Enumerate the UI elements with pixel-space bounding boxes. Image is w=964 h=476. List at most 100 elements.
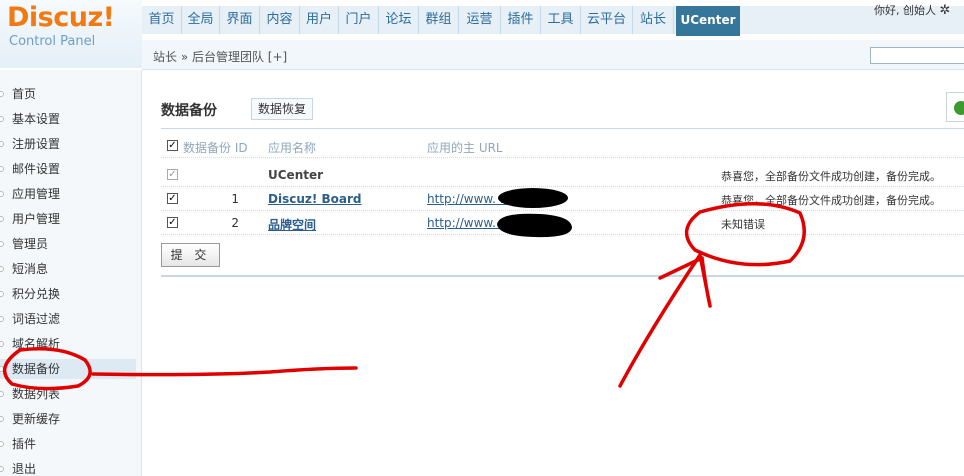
sidebar-item-credit-exchange[interactable]: 积分兑换 xyxy=(0,284,136,304)
header-name: 应用名称 xyxy=(268,141,317,155)
sidebar-item-messages[interactable]: 短消息 xyxy=(0,259,136,279)
bullet-icon xyxy=(0,241,4,247)
bullet-icon xyxy=(0,291,4,297)
bullet-icon xyxy=(0,416,4,422)
sidebar-item-label: 更新缓存 xyxy=(12,412,61,426)
select-all-checkbox[interactable]: ✓ xyxy=(167,140,178,151)
nav-webmaster[interactable]: 站长 xyxy=(633,6,674,34)
star-icon[interactable]: ✲ xyxy=(940,3,951,18)
nav-operation[interactable]: 运营 xyxy=(459,6,501,34)
row-id xyxy=(183,168,239,182)
row-checkbox[interactable]: ✓ xyxy=(167,193,178,204)
submit-button[interactable]: 提 交 xyxy=(161,243,220,267)
bullet-icon xyxy=(0,91,4,97)
bullet-icon xyxy=(0,341,4,347)
row-name: UCenter xyxy=(268,168,324,182)
sidebar-item-label: 插件 xyxy=(12,437,37,451)
nav-plugin[interactable]: 插件 xyxy=(501,6,541,34)
table-header: ✓ 数据备份 ID 应用名称 应用的主 URL xyxy=(161,134,964,158)
sidebar-item-update-cache[interactable]: 更新缓存 xyxy=(0,409,136,429)
row-url-link[interactable]: http://www. n/brand xyxy=(427,216,547,230)
sidebar-item-label: 应用管理 xyxy=(12,187,61,201)
nav-home[interactable]: 首页 xyxy=(142,6,182,34)
nav-content[interactable]: 内容 xyxy=(260,6,300,34)
nav-ucenter[interactable]: UCenter xyxy=(676,6,740,36)
sidebar-item-register-settings[interactable]: 注册设置 xyxy=(0,134,136,154)
row-checkbox[interactable]: ✓ xyxy=(167,169,178,180)
logo-subtitle: Control Panel xyxy=(9,34,96,49)
sidebar-item-domain[interactable]: 域名解析 xyxy=(0,334,136,354)
sidebar-item-label: 首页 xyxy=(12,87,37,101)
logo[interactable]: Discuz! Control Panel xyxy=(0,0,142,68)
page-title: 数据备份 xyxy=(161,103,217,119)
refresh-icon xyxy=(954,101,964,115)
sidebar-item-user-management[interactable]: 用户管理 xyxy=(0,209,136,229)
sidebar-item-label: 邮件设置 xyxy=(12,162,61,176)
breadcrumb-bar: 站长 » 后台管理团队 [+] xyxy=(142,40,964,70)
main-content: 数据备份 数据恢复 ✓ 数据备份 ID 应用名称 应用的主 URL ✓ UCen… xyxy=(142,70,964,476)
logo-text: Discuz! xyxy=(7,2,115,33)
nav-global[interactable]: 全局 xyxy=(182,6,220,34)
row-url-link[interactable]: http://www. .com xyxy=(427,192,529,206)
sidebar-item-label: 数据列表 xyxy=(12,387,61,401)
bullet-icon xyxy=(0,441,4,447)
sidebar-item-label: 词语过滤 xyxy=(12,312,61,326)
sidebar-item-mail-settings[interactable]: 邮件设置 xyxy=(0,159,136,179)
row-id: 1 xyxy=(183,192,239,206)
divider xyxy=(161,128,964,129)
table-row: ✓ 1 Discuz! Board http://www. .com 恭喜您，全… xyxy=(161,187,964,211)
sidebar-item-label: 域名解析 xyxy=(12,337,61,351)
sidebar-item-basic-settings[interactable]: 基本设置 xyxy=(0,109,136,129)
sidebar-item-data-backup[interactable]: 数据备份 xyxy=(0,359,136,379)
row-id: 2 xyxy=(183,216,239,230)
sidebar: 首页 基本设置 注册设置 邮件设置 应用管理 用户管理 管理员 短消息 积分兑换… xyxy=(0,70,142,476)
nav-user[interactable]: 用户 xyxy=(300,6,339,34)
nav-tools[interactable]: 工具 xyxy=(541,6,581,34)
nav-interface[interactable]: 界面 xyxy=(220,6,260,34)
search-input[interactable] xyxy=(870,47,964,64)
sidebar-item-home[interactable]: 首页 xyxy=(0,84,136,104)
breadcrumb[interactable]: 站长 » 后台管理团队 [+] xyxy=(153,48,287,65)
sidebar-item-plugins[interactable]: 插件 xyxy=(0,434,136,454)
sidebar-item-label: 短消息 xyxy=(12,262,49,276)
nav-group[interactable]: 群组 xyxy=(419,6,459,34)
sidebar-item-logout[interactable]: 退出 xyxy=(0,459,136,476)
sidebar-item-admins[interactable]: 管理员 xyxy=(0,234,136,254)
sidebar-item-label: 数据备份 xyxy=(12,362,61,376)
row-id-value: 2 xyxy=(231,216,239,230)
row-status: 未知错误 xyxy=(721,218,765,231)
row-status: 恭喜您，全部备份文件成功创建，备份完成。 xyxy=(721,170,941,183)
nav-portal[interactable]: 门户 xyxy=(339,6,379,34)
bullet-icon xyxy=(0,316,4,322)
refresh-button[interactable] xyxy=(946,92,964,122)
bullet-icon xyxy=(0,466,4,472)
row-name-link[interactable]: 品牌空间 xyxy=(268,216,316,233)
nav-cloud[interactable]: 云平台 xyxy=(581,6,633,34)
sidebar-item-label: 基本设置 xyxy=(12,112,61,126)
bullet-icon xyxy=(0,391,4,397)
sidebar-item-label: 注册设置 xyxy=(12,137,61,151)
sidebar-item-label: 退出 xyxy=(12,462,37,476)
sidebar-item-word-filter[interactable]: 词语过滤 xyxy=(0,309,136,329)
sidebar-item-label: 用户管理 xyxy=(12,212,61,226)
bullet-icon xyxy=(0,191,4,197)
greeting-text: 你好, 创始人 xyxy=(874,4,936,17)
bullet-icon xyxy=(0,141,4,147)
table-row: ✓ UCenter 恭喜您，全部备份文件成功创建，备份完成。 xyxy=(161,163,964,187)
sidebar-item-data-list[interactable]: 数据列表 xyxy=(0,384,136,404)
bullet-icon xyxy=(0,116,4,122)
row-checkbox[interactable]: ✓ xyxy=(167,217,178,228)
header-id: 数据备份 ID xyxy=(183,141,248,155)
sidebar-item-label: 管理员 xyxy=(12,237,49,251)
sidebar-item-app-management[interactable]: 应用管理 xyxy=(0,184,136,204)
bullet-icon xyxy=(0,366,4,372)
bullet-icon xyxy=(0,266,4,272)
header: Discuz! Control Panel 首页 全局 界面 内容 用户 门户 … xyxy=(0,0,964,68)
row-id-value: 1 xyxy=(231,192,239,206)
row-name-link[interactable]: Discuz! Board xyxy=(268,192,362,206)
sidebar-item-label: 积分兑换 xyxy=(12,287,61,301)
nav-forum[interactable]: 论坛 xyxy=(379,6,419,34)
greeting: 你好, 创始人 ✲ xyxy=(874,2,950,18)
restore-button[interactable]: 数据恢复 xyxy=(251,98,314,120)
header-url: 应用的主 URL xyxy=(427,141,503,155)
